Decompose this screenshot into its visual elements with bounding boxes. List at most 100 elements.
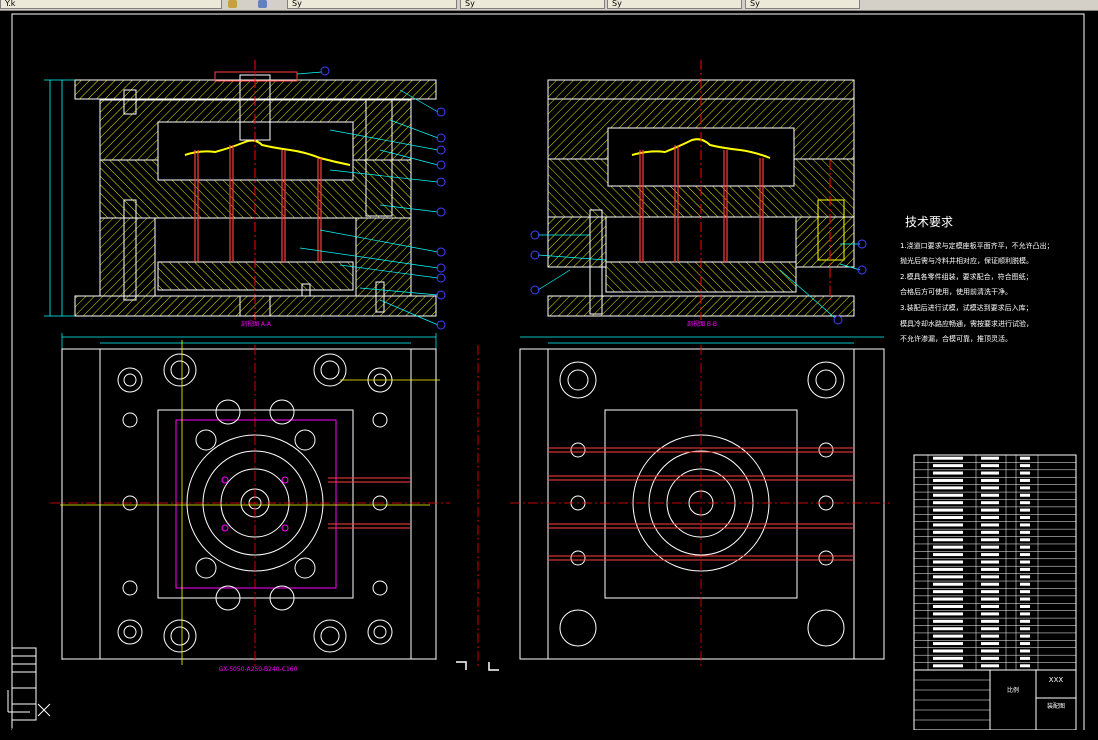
bom-cell-text xyxy=(1020,656,1030,660)
plate-outline-right xyxy=(519,348,885,660)
bom-cell-text xyxy=(981,656,999,660)
app-icon[interactable] xyxy=(228,0,237,8)
bom-cell-text xyxy=(981,634,999,638)
bom-cell-text xyxy=(933,516,963,520)
bom-cell-text xyxy=(981,456,999,460)
bom-cell-text xyxy=(933,486,963,490)
bom-cell-text xyxy=(933,560,963,564)
bom-cell-text xyxy=(933,642,963,646)
scale-label: 比例 xyxy=(1007,686,1019,694)
bom-cell-text xyxy=(1020,530,1030,534)
bom-cell-text xyxy=(1020,501,1030,505)
bom-cell-text xyxy=(1020,649,1030,653)
bom-cell-text xyxy=(933,627,963,631)
bom-cell-text xyxy=(981,523,999,527)
layout-tabs: 模型 布局1 布局2 xyxy=(0,730,91,740)
bom-cell-text xyxy=(981,493,999,497)
bom-cell-text xyxy=(1020,590,1030,594)
bom-cell-text xyxy=(1020,642,1030,646)
bom-cell-text xyxy=(981,597,999,601)
bom-cell-text xyxy=(1020,575,1030,579)
plan-view-right xyxy=(477,336,890,668)
bom-cell-text xyxy=(1020,604,1030,608)
bom-cell-text xyxy=(1020,478,1030,482)
section-label-left: 剖视图 A-A xyxy=(241,320,272,328)
bom-cell-text xyxy=(981,664,999,668)
bom-cell-text xyxy=(981,575,999,579)
bom-cell-text xyxy=(1020,582,1030,586)
bom-cell-text xyxy=(981,538,999,542)
bom-cell-text xyxy=(981,486,999,490)
bom-cell-text xyxy=(1020,456,1030,460)
bom-cell-text xyxy=(933,523,963,527)
corner-marks xyxy=(456,661,499,671)
tab-layout1[interactable]: 布局1 xyxy=(27,729,53,740)
bom-cell-text xyxy=(933,530,963,534)
layer-icon[interactable] xyxy=(258,0,267,8)
bom-cell-text xyxy=(1020,619,1030,623)
bom-cell-text xyxy=(981,501,999,505)
window-tab-3[interactable]: Sy xyxy=(460,0,605,9)
tech-req-line-5: 3.装配后进行试模，试模达到要求后入库； xyxy=(900,303,1033,312)
bom-cell-text xyxy=(1020,560,1030,564)
bom-cell-text xyxy=(1020,516,1030,520)
bom-cell-text xyxy=(1020,627,1030,631)
bom-cell-text xyxy=(981,612,999,616)
insert-outline-inner xyxy=(175,419,337,589)
bom-cell-text xyxy=(933,656,963,660)
bom-cell-text xyxy=(933,597,963,601)
window-tab-4[interactable]: Sy xyxy=(607,0,742,9)
section-view-right: 剖视图 B-B xyxy=(530,60,867,328)
bom-cell-text xyxy=(1020,508,1030,512)
bom-cell-text xyxy=(933,538,963,542)
tech-req-line-7: 不允许渗漏，合模可靠，推顶灵活。 xyxy=(900,334,1012,343)
bom-cell-text xyxy=(981,508,999,512)
bom-cell-text xyxy=(933,664,963,668)
bom-cell-text xyxy=(933,464,963,468)
bom-cell-text xyxy=(981,590,999,594)
bom-cell-text xyxy=(981,649,999,653)
plan-view-left: GX-5050-A250-B240-C160 xyxy=(50,333,450,673)
bom-cell-text xyxy=(933,508,963,512)
dimension-lines-left xyxy=(44,79,75,317)
bom-cell-text xyxy=(1020,553,1030,557)
bom-cell-text xyxy=(981,642,999,646)
bom-cell-text xyxy=(933,590,963,594)
bom-cell-text xyxy=(933,634,963,638)
bom-cell-text xyxy=(1020,523,1030,527)
bom-cell-text xyxy=(981,619,999,623)
window-tab-1[interactable]: Y.k xyxy=(0,0,222,9)
bom-cell-text xyxy=(981,582,999,586)
plan-center-lines-right xyxy=(477,345,890,668)
bom-cell-text xyxy=(933,649,963,653)
section-label-right: 剖视图 B-B xyxy=(687,320,717,328)
support-block-left xyxy=(99,217,156,297)
tech-req-line-3: 2.模具各零件组装，要求配合，符合图纸； xyxy=(900,272,1033,281)
bom-cell-text xyxy=(1020,664,1030,668)
bom-cell-text xyxy=(981,627,999,631)
holes-right xyxy=(559,361,845,647)
bom-cell-text xyxy=(981,604,999,608)
cad-drawing-canvas[interactable]: 剖视图 A-A 剖视图 B-B GX-5050-A250-B240-C160 技… xyxy=(0,10,1098,730)
window-tab-5[interactable]: Sy xyxy=(745,0,860,9)
bom-cell-text xyxy=(1020,486,1030,490)
bom-cell-text xyxy=(933,471,963,475)
bom-cell-text xyxy=(981,516,999,520)
tech-req-line-4: 合格后方可使用，使用前清洗干净。 xyxy=(900,287,1012,296)
tech-req-line-2: 抛光后需与冷料井相对应，保证顺利脱模。 xyxy=(900,256,1033,265)
tab-model[interactable]: 模型 xyxy=(0,729,20,740)
bom-cell-text xyxy=(933,619,963,623)
tab-layout2[interactable]: 布局2 xyxy=(61,729,87,740)
bom-cell-text xyxy=(933,501,963,505)
window-tab-2[interactable]: Sy xyxy=(287,0,457,9)
bom-cell-text xyxy=(981,478,999,482)
bom-cell-text xyxy=(1020,464,1030,468)
drawing-name: 装配图 xyxy=(1047,702,1065,710)
tech-req-line-6: 模具冷却水路应畅通，需按要求进行试验， xyxy=(900,319,1033,328)
bom-cell-text xyxy=(933,545,963,549)
bom-cell-text xyxy=(981,567,999,571)
bom-cell-text xyxy=(981,464,999,468)
bom-cell-text xyxy=(933,567,963,571)
bom-cell-text xyxy=(981,553,999,557)
bom-cell-text xyxy=(933,582,963,586)
